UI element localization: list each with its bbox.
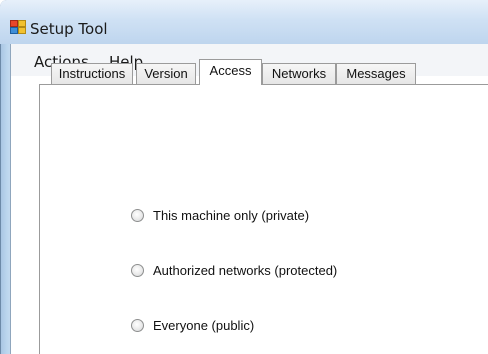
setup-app-icon bbox=[10, 20, 26, 34]
radio-option-protected[interactable]: Authorized networks (protected) bbox=[131, 261, 337, 279]
tab-label: Networks bbox=[271, 66, 327, 81]
radio-label-public: Everyone (public) bbox=[153, 317, 255, 333]
tab-label: Version bbox=[144, 66, 188, 81]
tab-instructions[interactable]: Instructions bbox=[51, 63, 133, 84]
tab-messages[interactable]: Messages bbox=[336, 63, 416, 84]
tab-label: Access bbox=[209, 63, 252, 78]
radio-button-icon[interactable] bbox=[131, 318, 144, 332]
title-bar[interactable]: Setup Tool bbox=[0, 0, 488, 44]
tab-networks[interactable]: Networks bbox=[262, 63, 336, 84]
radio-option-public[interactable]: Everyone (public) bbox=[131, 316, 254, 334]
window-title: Setup Tool bbox=[30, 20, 108, 38]
radio-button-icon[interactable] bbox=[131, 263, 144, 277]
tab-label: Instructions bbox=[58, 66, 126, 81]
radio-option-private[interactable]: This machine only (private) bbox=[131, 206, 309, 224]
tab-access[interactable]: Access bbox=[199, 59, 262, 85]
radio-label-private: This machine only (private) bbox=[153, 207, 310, 223]
radio-button-icon[interactable] bbox=[131, 208, 144, 222]
tab-label: Messages bbox=[346, 66, 406, 81]
tab-version[interactable]: Version bbox=[136, 63, 196, 84]
radio-label-protected: Authorized networks (protected) bbox=[153, 262, 338, 278]
